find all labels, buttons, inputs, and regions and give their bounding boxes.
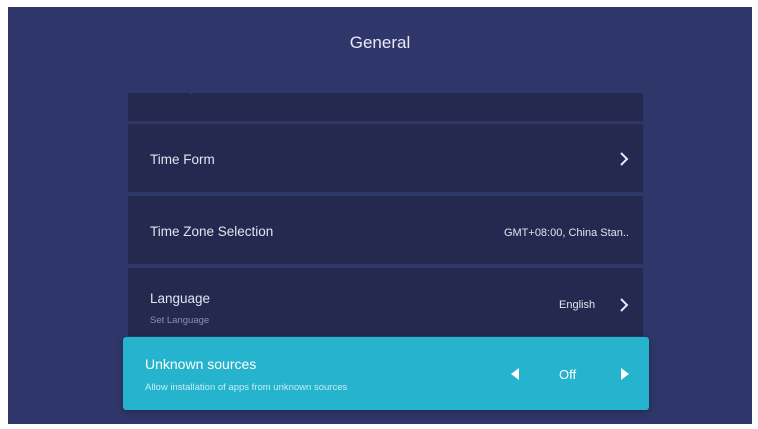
partial-row-fragment: ‘ — [190, 93, 193, 101]
settings-item-sublabel: Allow installation of apps from unknown … — [145, 382, 348, 393]
settings-item-unknown-sources[interactable]: Unknown sources Allow installation of ap… — [123, 337, 649, 410]
settings-item-label: Language — [150, 291, 211, 306]
settings-item-partial[interactable]: ‘ — [128, 93, 643, 121]
settings-item-time-form[interactable]: Time Form — [128, 124, 643, 192]
settings-item-label: Unknown sources — [145, 356, 257, 372]
unknown-sources-value: Off — [559, 367, 577, 382]
chevron-right-icon — [620, 298, 629, 312]
settings-item-label: Time Zone Selection — [150, 224, 274, 239]
settings-screen: General ‘ Time Form Time Zone Selection … — [8, 7, 752, 424]
settings-item-sublabel: Set Language — [150, 315, 210, 326]
triangle-left-icon[interactable] — [510, 367, 520, 381]
language-value: English — [559, 299, 596, 311]
chevron-right-icon — [620, 152, 629, 166]
triangle-right-icon[interactable] — [620, 367, 630, 381]
time-zone-value: GMT+08:00, China Stan.. — [503, 227, 629, 239]
settings-item-language[interactable]: Language Set Language English — [128, 268, 643, 336]
settings-item-time-zone[interactable]: Time Zone Selection GMT+08:00, China Sta… — [128, 196, 643, 264]
settings-item-label: Time Form — [150, 152, 215, 167]
page-title: General — [349, 33, 411, 52]
